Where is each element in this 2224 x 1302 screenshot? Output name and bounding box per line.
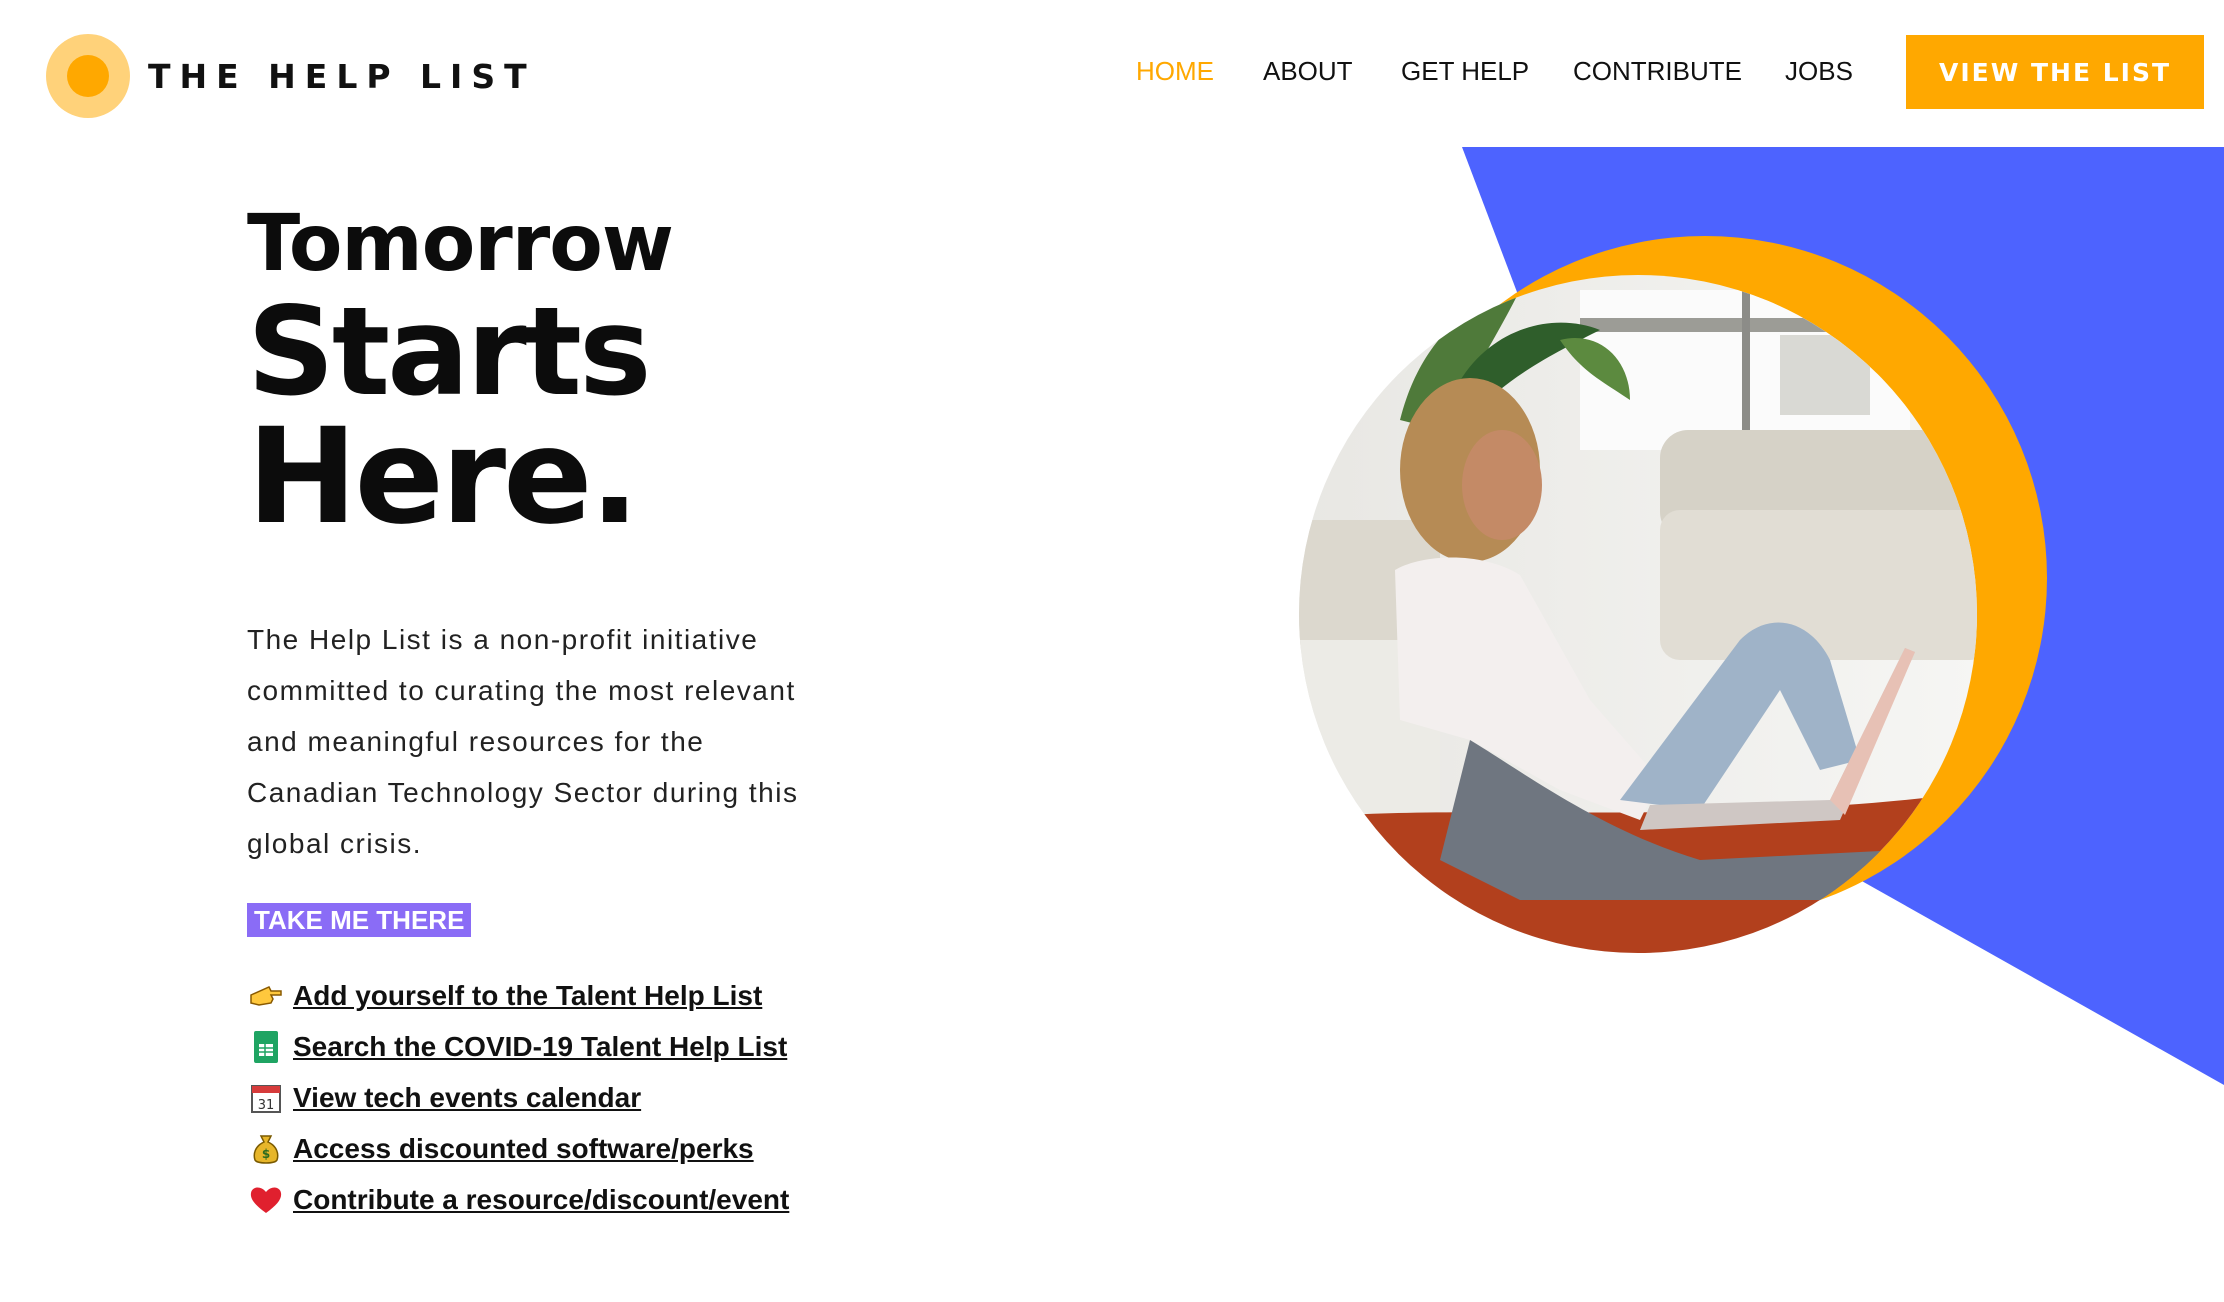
heading-line-1: Tomorrow bbox=[247, 199, 674, 289]
list-item: Add yourself to the Talent Help List bbox=[247, 970, 789, 1021]
brand-name: THE HELP LIST bbox=[148, 56, 536, 96]
heading-line-3: Here. bbox=[247, 400, 640, 554]
pointing-hand-icon bbox=[247, 983, 285, 1009]
nav-jobs[interactable]: JOBS bbox=[1785, 56, 1853, 87]
nav-about[interactable]: ABOUT bbox=[1263, 56, 1353, 87]
svg-text:31: 31 bbox=[258, 1098, 275, 1113]
hero-heading: Tomorrow Starts Here. bbox=[247, 205, 947, 543]
list-item: 31 View tech events calendar bbox=[247, 1072, 789, 1123]
logo[interactable]: THE HELP LIST bbox=[46, 34, 536, 118]
site-header: THE HELP LIST HOME ABOUT GET HELP CONTRI… bbox=[0, 0, 2224, 145]
heading-line-2: Starts bbox=[247, 281, 652, 423]
events-calendar-link[interactable]: View tech events calendar bbox=[293, 1082, 641, 1114]
nav-contribute[interactable]: CONTRIBUTE bbox=[1573, 56, 1742, 87]
heart-icon bbox=[247, 1185, 285, 1215]
contribute-resource-link[interactable]: Contribute a resource/discount/event bbox=[293, 1184, 789, 1216]
resource-links: Add yourself to the Talent Help List Sea… bbox=[247, 970, 789, 1225]
nav-home[interactable]: HOME bbox=[1136, 56, 1214, 87]
hero-description: The Help List is a non-profit initiative… bbox=[247, 624, 799, 859]
take-me-there-label: TAKE ME THERE bbox=[247, 903, 472, 937]
add-yourself-link[interactable]: Add yourself to the Talent Help List bbox=[293, 980, 762, 1012]
logo-icon bbox=[46, 34, 130, 118]
list-item: $ Access discounted software/perks bbox=[247, 1123, 789, 1174]
money-bag-icon: $ bbox=[247, 1132, 285, 1166]
list-item: Contribute a resource/discount/event bbox=[247, 1174, 789, 1225]
svg-text:$: $ bbox=[262, 1147, 270, 1161]
list-item: Search the COVID-19 Talent Help List bbox=[247, 1021, 789, 1072]
spreadsheet-icon bbox=[247, 1030, 285, 1064]
calendar-icon: 31 bbox=[247, 1082, 285, 1114]
discounted-software-link[interactable]: Access discounted software/perks bbox=[293, 1133, 754, 1165]
nav-get-help[interactable]: GET HELP bbox=[1401, 56, 1529, 87]
search-talent-list-link[interactable]: Search the COVID-19 Talent Help List bbox=[293, 1031, 787, 1063]
view-the-list-button[interactable]: VIEW THE LIST bbox=[1906, 35, 2204, 109]
